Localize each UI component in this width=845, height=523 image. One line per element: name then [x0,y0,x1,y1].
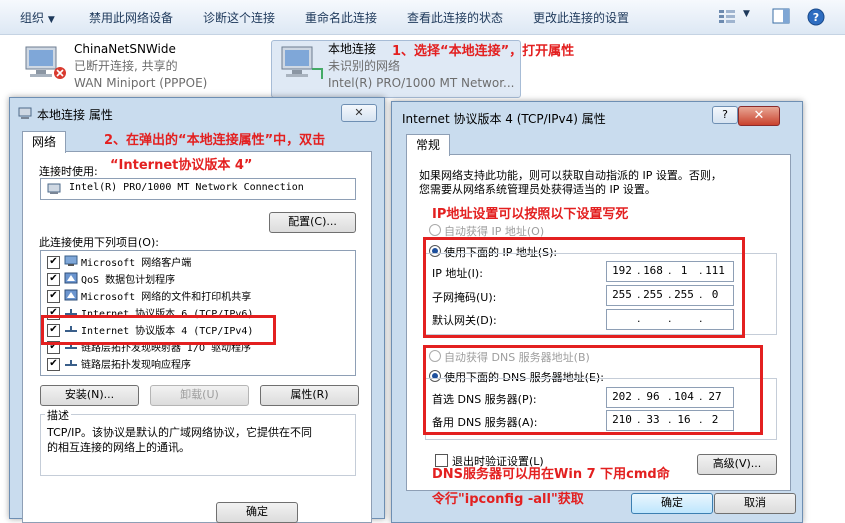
adapter-field: Intel(R) PRO/1000 MT Network Connection [40,178,356,200]
network-connection-icon [22,43,68,83]
close-icon: ✕ [354,106,364,119]
organize-menu[interactable]: 组织 ▼ [20,9,55,26]
description-label: 描述 [45,407,71,423]
help-icon: ? [722,108,728,121]
configure-button[interactable]: 配置(C)... [269,212,356,233]
description-text-line2: 的相互连接的网络上的通讯。 [47,441,190,454]
connection-device: WAN Miniport (PPPOE) [74,76,208,90]
item-checkbox[interactable]: ✔ [47,290,60,303]
item-checkbox[interactable]: ✔ [47,273,60,286]
connect-using-label: 连接时使用: [39,165,98,178]
highlight-ip-settings [423,237,745,338]
disable-device-button[interactable]: 禁用此网络设备 [89,9,173,26]
connection-status: 已断开连接, 共享的 [74,59,178,73]
annotation-ip-note: IP地址设置可以按照以下设置写死 [432,207,629,222]
description-text-line1: TCP/IP。该协议是默认的广域网络协议，它提供在不同 [47,426,312,439]
item-label: Microsoft 网络的文件和打印机共享 [81,292,252,303]
dialog-title: Internet 协议版本 4 (TCP/IPv4) 属性 [402,112,606,126]
file-sharing-icon [64,289,78,301]
properties-button[interactable]: 属性(R) [260,385,359,406]
organize-label: 组织 [20,11,45,25]
preview-pane-icon[interactable] [772,8,790,24]
protocol-icon [65,360,77,366]
network-connection-icon [278,43,324,83]
tab-label: 网络 [31,135,56,149]
advanced-button[interactable]: 高级(V)... [697,454,777,475]
close-button[interactable]: ✕ [341,104,377,122]
annotation-dns-note-line1: DNS服务器可以用在Win 7 下用cmd命 [432,467,670,482]
close-button[interactable]: ✕ [738,106,780,126]
local-connection-properties-dialog: 本地连接 属性 ✕ 网络 连接时使用: Intel(R) PRO/1000 MT… [9,97,385,523]
item-label: Microsoft 网络客户端 [81,258,192,269]
help-icon[interactable]: ? [807,8,825,26]
item-checkbox[interactable]: ✔ [47,358,60,371]
adapter-name: Intel(R) PRO/1000 MT Network Connection [69,182,304,193]
ok-button[interactable]: 确定 [631,493,713,514]
view-options-icon[interactable] [718,8,738,24]
connection-status: 未识别的网络 [328,59,401,73]
ok-button[interactable]: 确定 [216,502,298,523]
network-adapter-icon [18,107,32,123]
annotation-step2b: “Internet协议版本 4” [110,158,253,173]
uninstall-button: 卸载(U) [150,385,249,406]
svg-text:?: ? [813,11,819,24]
dialog-title: 本地连接 属性 [37,108,113,122]
view-status-button[interactable]: 查看此连接的状态 [407,9,503,26]
network-adapter-icon [47,183,61,198]
cancel-button[interactable]: 取消 [714,493,796,514]
annotation-step2a: 2、在弹出的“本地连接属性”中，双击 [104,133,326,148]
tab-general[interactable]: 常规 [406,134,450,156]
close-icon: ✕ [753,108,765,123]
intro-text-line2: 您需要从网络系统管理员处获得适当的 IP 设置。 [419,183,656,196]
annotation-dns-note-line2: 令行"ipconfig -all"获取 [432,492,584,507]
items-label: 此连接使用下列项目(O): [39,236,159,249]
help-button[interactable]: ? [712,106,738,124]
rename-button[interactable]: 重命名此连接 [305,9,377,26]
item-checkbox[interactable]: ✔ [47,256,60,269]
tab-label: 常规 [415,138,440,152]
item-label: 链路层拓扑发现响应程序 [81,360,191,371]
diagnose-button[interactable]: 诊断这个连接 [203,9,275,26]
highlight-ipv4-item [41,315,276,345]
connections-list: ChinaNetSNWide 已断开连接, 共享的 WAN Miniport (… [0,35,845,98]
qos-service-icon [64,272,78,284]
connection-name: ChinaNetSNWide [74,42,176,56]
network-client-icon [64,255,78,266]
highlight-dns-settings [423,345,763,435]
components-list: ✔ Microsoft 网络客户端 ✔ QoS 数据包计划程序 ✔ Micros… [40,250,356,376]
connection-chinanet[interactable]: ChinaNetSNWide 已断开连接, 共享的 WAN Miniport (… [74,41,207,92]
command-bar: 组织 ▼ 禁用此网络设备 诊断这个连接 重命名此连接 查看此连接的状态 更改此连… [0,0,845,35]
item-label: QoS 数据包计划程序 [81,275,176,286]
annotation-step1: 1、选择“本地连接”，打开属性 [392,44,575,59]
connection-device: Intel(R) PRO/1000 MT Networ... [328,76,515,90]
install-button[interactable]: 安装(N)... [40,385,139,406]
chevron-down-icon[interactable]: ▼ [743,9,750,19]
tab-network[interactable]: 网络 [22,131,66,153]
chevron-down-icon: ▼ [47,15,55,25]
change-settings-button[interactable]: 更改此连接的设置 [533,9,629,26]
auto-ip-radio[interactable] [429,224,441,236]
